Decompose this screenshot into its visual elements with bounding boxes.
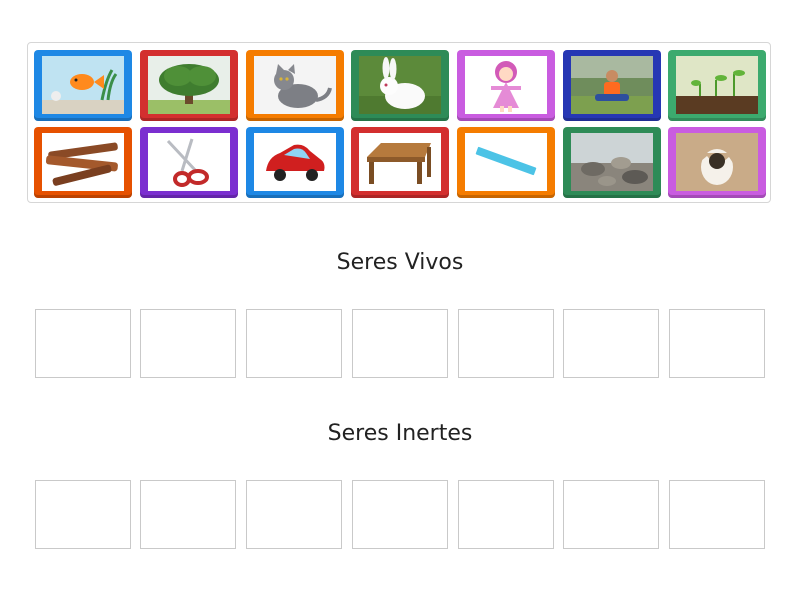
drop-slot-living-5[interactable] bbox=[458, 309, 554, 378]
drop-slot-living-1[interactable] bbox=[35, 309, 131, 378]
goldfish-aquarium-image bbox=[42, 56, 124, 114]
drop-slot-nonliving-1[interactable] bbox=[35, 480, 131, 549]
toy-car-image bbox=[254, 133, 336, 191]
group-title-nonliving: Seres Inertes bbox=[327, 421, 473, 446]
draggable-card-wood-sticks[interactable] bbox=[34, 127, 132, 198]
doll-image bbox=[465, 56, 547, 114]
drop-slot-nonliving-5[interactable] bbox=[458, 480, 554, 549]
draggable-card-hatching-egg[interactable] bbox=[668, 127, 766, 198]
draggable-card-wooden-table[interactable] bbox=[351, 127, 449, 198]
drop-slot-living-3[interactable] bbox=[246, 309, 342, 378]
tree-image bbox=[148, 56, 230, 114]
card-bank bbox=[27, 42, 771, 203]
child-sitting-image bbox=[571, 56, 653, 114]
drop-slot-nonliving-6[interactable] bbox=[563, 480, 659, 549]
wood-sticks-image bbox=[42, 133, 124, 191]
white-rabbit-image bbox=[359, 56, 441, 114]
drop-slot-nonliving-3[interactable] bbox=[246, 480, 342, 549]
drop-slot-nonliving-4[interactable] bbox=[352, 480, 448, 549]
draggable-card-white-rabbit[interactable] bbox=[351, 50, 449, 121]
draggable-card-gray-cat[interactable] bbox=[246, 50, 344, 121]
gray-cat-image bbox=[254, 56, 336, 114]
scissors-image bbox=[148, 133, 230, 191]
drop-slot-living-4[interactable] bbox=[352, 309, 448, 378]
drop-slot-living-2[interactable] bbox=[140, 309, 236, 378]
ruler-image bbox=[465, 133, 547, 191]
group-title-living: Seres Vivos bbox=[336, 250, 464, 275]
draggable-card-goldfish-aquarium[interactable] bbox=[34, 50, 132, 121]
draggable-card-scissors[interactable] bbox=[140, 127, 238, 198]
draggable-card-doll[interactable] bbox=[457, 50, 555, 121]
draggable-card-ruler[interactable] bbox=[457, 127, 555, 198]
draggable-card-rocks[interactable] bbox=[563, 127, 661, 198]
drop-slot-nonliving-7[interactable] bbox=[669, 480, 765, 549]
wooden-table-image bbox=[359, 133, 441, 191]
hatching-egg-image bbox=[676, 133, 758, 191]
drop-slot-living-7[interactable] bbox=[669, 309, 765, 378]
draggable-card-child-sitting[interactable] bbox=[563, 50, 661, 121]
sprouts-image bbox=[676, 56, 758, 114]
draggable-card-sprouts[interactable] bbox=[668, 50, 766, 121]
drop-slot-living-6[interactable] bbox=[563, 309, 659, 378]
rocks-image bbox=[571, 133, 653, 191]
drop-slot-nonliving-2[interactable] bbox=[140, 480, 236, 549]
draggable-card-toy-car[interactable] bbox=[246, 127, 344, 198]
draggable-card-tree[interactable] bbox=[140, 50, 238, 121]
